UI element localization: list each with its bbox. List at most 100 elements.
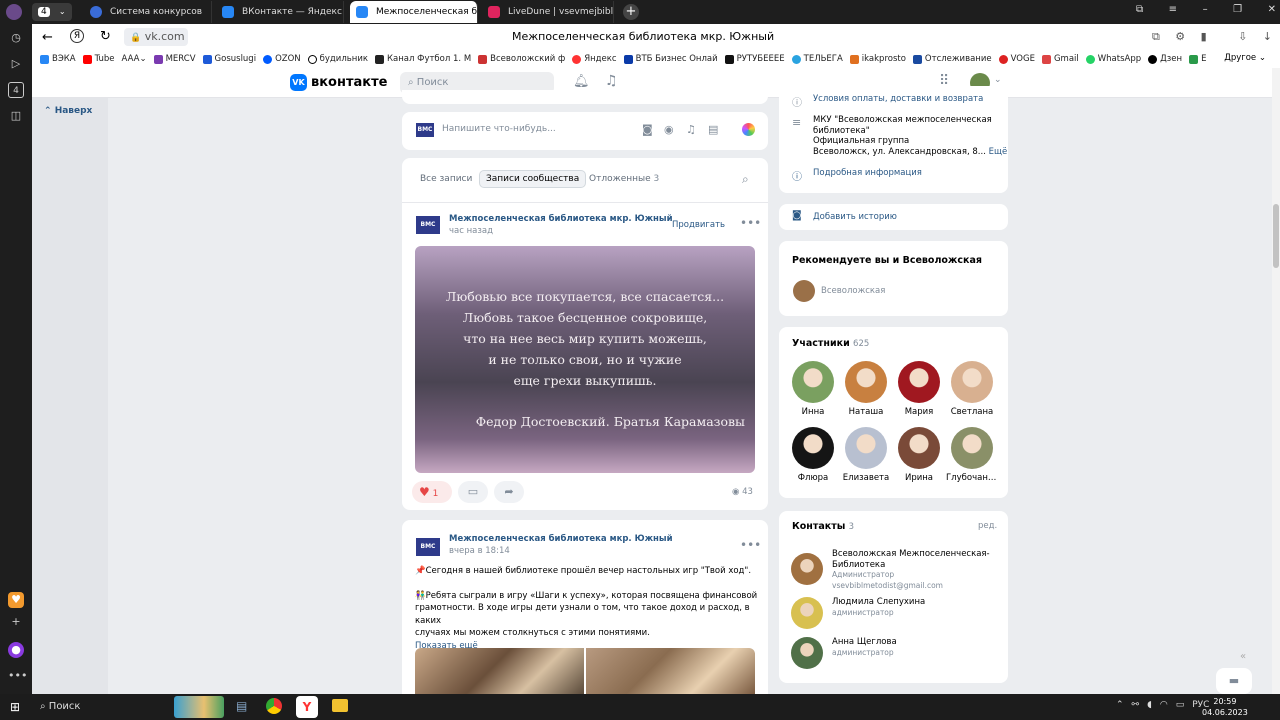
bookmark-item[interactable]: Канал Футбол 1. М — [374, 54, 471, 64]
music-icon[interactable]: ♫ — [605, 73, 618, 89]
bookmark-item[interactable]: VOGE — [998, 54, 1035, 64]
tab-all-posts[interactable]: Все записи — [420, 174, 472, 184]
contacts-title[interactable]: Контакты 3 — [792, 521, 854, 532]
tab-contests[interactable]: Система конкурсов — [84, 1, 212, 23]
bell-icon[interactable]: 🔔︎ — [573, 74, 590, 89]
contact-item[interactable]: Всеволожская Межпоселенческая- Библиотека… — [791, 549, 1001, 590]
bookmark-item[interactable]: ВТБ Бизнес Онлай — [623, 54, 718, 64]
bookmark-folder[interactable]: AAA ⌄ — [122, 54, 147, 64]
download-arrow-icon[interactable]: ↓ — [1263, 30, 1272, 44]
extensions-icon[interactable]: ⚙ — [1175, 30, 1185, 44]
search-icon[interactable]: ⌕ — [742, 172, 749, 187]
translate-icon[interactable]: ⧉ — [1152, 30, 1160, 44]
detailed-info-link[interactable]: Подробная информация — [813, 168, 922, 178]
music-icon[interactable]: ♫ — [686, 123, 696, 136]
post-photo[interactable] — [415, 648, 584, 694]
bookmarks-other[interactable]: Другое ⌄ — [1224, 53, 1266, 63]
clock[interactable]: 20:59 04.06.2023 — [1202, 696, 1248, 718]
menu-icon[interactable]: ≡ — [1169, 4, 1177, 20]
maximize-icon[interactable]: ❐ — [1233, 4, 1242, 20]
more-icon[interactable]: ••• — [8, 668, 27, 684]
bookmark-item[interactable]: Tube — [82, 54, 115, 64]
chevron-up-icon[interactable]: ⌃ — [1116, 700, 1124, 710]
bookmark-item[interactable]: Отслеживание — [912, 54, 992, 64]
composer-input[interactable]: Напишите что-нибудь... — [442, 124, 556, 134]
post-author-avatar[interactable]: BMC — [416, 538, 440, 556]
member-item[interactable]: Мария — [893, 361, 945, 417]
member-item[interactable]: Наташа — [840, 361, 892, 417]
bookmark-item[interactable]: Яндекс — [572, 54, 617, 64]
more-icon[interactable]: ••• — [740, 538, 761, 552]
back-to-top-column[interactable]: ⌃ Наверх — [32, 98, 108, 694]
like-button[interactable]: ♥ 1 — [412, 481, 452, 503]
poster-icon[interactable] — [742, 123, 755, 136]
bookmark-item[interactable]: Gosuslugi — [202, 54, 256, 64]
post-quote-image[interactable]: Любовью все покупается, все спасается...… — [415, 246, 755, 473]
recommend-name[interactable]: Всеволожская — [821, 286, 885, 296]
bookmark-item[interactable]: ikakprosto — [849, 54, 906, 64]
bookmark-item[interactable]: Gmail — [1041, 54, 1079, 64]
contact-item[interactable]: Людмила Слепухина администратор — [791, 597, 1001, 637]
yandex-browser-icon[interactable]: Y — [296, 696, 318, 718]
yandex-icon[interactable]: Я — [70, 29, 84, 43]
url-field[interactable]: 🔒 vk.com — [124, 28, 188, 46]
photo-icon[interactable]: ◙ — [642, 123, 653, 136]
recommend-avatar[interactable] — [793, 280, 815, 302]
scrollbar-thumb[interactable] — [1273, 204, 1279, 268]
back-icon[interactable]: ← — [42, 30, 53, 45]
chrome-icon[interactable] — [266, 698, 282, 714]
tab-counter-button[interactable]: 4 ⌄ — [32, 3, 72, 21]
chevron-down-icon[interactable]: ⌄ — [994, 75, 1002, 85]
members-title[interactable]: Участники 625 — [792, 338, 869, 349]
post-author-avatar[interactable]: BMC — [416, 216, 440, 234]
more-link[interactable]: Ещё — [989, 147, 1008, 157]
add-story-card[interactable]: ◙ Добавить историю — [779, 204, 1008, 230]
bookmark-item[interactable]: Дзен — [1148, 54, 1182, 64]
camera-icon[interactable]: ◫ — [8, 108, 24, 124]
app-orange-icon[interactable]: ♥ — [8, 592, 24, 608]
chat-bubble-button[interactable]: ▬ — [1216, 668, 1252, 694]
add-icon[interactable]: + — [8, 614, 24, 630]
tab-livedune[interactable]: LiveDune | vsevmejbibl_club — [482, 1, 614, 23]
tab-vk-disk[interactable]: ВКонтакте — Яндекс Дис — [216, 1, 344, 23]
bookmark-item[interactable]: WhatsApp — [1085, 54, 1141, 64]
bookmark-item[interactable]: OZON — [263, 54, 301, 64]
browser-profile-icon[interactable] — [6, 4, 22, 20]
collapse-icon[interactable]: « — [1240, 651, 1246, 662]
promote-button[interactable]: Продвигать — [672, 220, 725, 230]
collections-icon[interactable]: ⧉ — [1136, 4, 1143, 20]
member-item[interactable]: Глубочанск... — [946, 427, 998, 483]
comment-button[interactable]: ▭ — [458, 481, 488, 503]
sound-icon[interactable]: ◖ — [1147, 700, 1152, 710]
delivery-link[interactable]: Условия оплаты, доставки и возврата — [813, 94, 983, 104]
contact-item[interactable]: Анна Щеглова администратор — [791, 637, 1001, 677]
member-item[interactable]: Ирина — [893, 427, 945, 483]
more-icon[interactable]: ••• — [740, 216, 761, 230]
video-icon[interactable]: ◉ — [664, 123, 674, 136]
wifi-icon[interactable]: ◠ — [1160, 700, 1168, 710]
back-to-top[interactable]: ⌃ Наверх — [44, 106, 92, 116]
bookmark-item[interactable]: Е — [1189, 54, 1206, 64]
explorer-icon[interactable] — [332, 699, 348, 712]
post-author[interactable]: Межпоселенческая библиотека мкр. Южный — [449, 214, 673, 224]
member-item[interactable]: Флюра — [787, 427, 839, 483]
bookmark-item[interactable]: Всеволожский ф — [478, 54, 565, 64]
post-time[interactable]: час назад — [449, 226, 493, 236]
vk-logo[interactable]: VK вконтакте — [290, 74, 387, 91]
share-button[interactable]: ➦ — [494, 481, 524, 503]
bookmark-item[interactable]: ВЭКА — [40, 54, 76, 64]
bookmark-item[interactable]: MERCV — [153, 54, 196, 64]
tab-community-posts[interactable]: Записи сообщества — [479, 170, 587, 188]
tab-postponed[interactable]: Отложенные 3 — [589, 174, 659, 184]
article-icon[interactable]: ▤ — [708, 123, 718, 136]
bookmark-item[interactable]: будильник — [307, 54, 368, 64]
bookmark-icon[interactable]: ▮ — [1201, 30, 1207, 44]
bookmark-item[interactable]: ТЕЛЬЕГА — [791, 54, 843, 64]
edit-contacts-link[interactable]: ред. — [978, 521, 997, 531]
network-icon[interactable]: ⚯ — [1132, 700, 1140, 710]
post-author[interactable]: Межпоселенческая библиотека мкр. Южный — [449, 534, 673, 544]
add-story-link[interactable]: Добавить историю — [813, 212, 897, 222]
post-composer[interactable]: BMC Напишите что-нибудь... ◙ ◉ ♫ ▤ — [402, 112, 768, 150]
alice-icon[interactable]: ● — [8, 642, 24, 658]
downloads-icon[interactable]: ⇩ — [1238, 30, 1247, 44]
